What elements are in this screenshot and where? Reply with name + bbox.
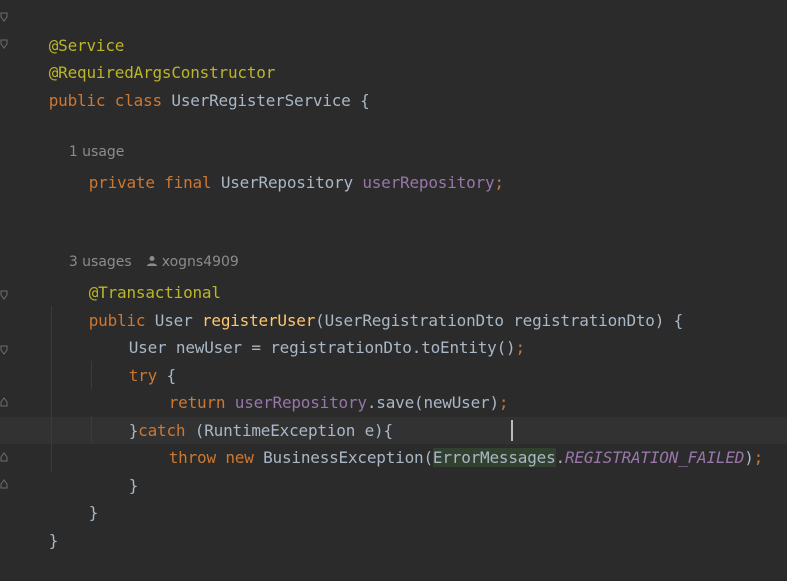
class-name: UserRegisterService bbox=[171, 91, 351, 110]
fold-icon[interactable] bbox=[0, 479, 8, 489]
fold-icon[interactable] bbox=[0, 290, 8, 300]
usage-hint[interactable]: 1 usage bbox=[51, 116, 125, 160]
code-line[interactable]: } bbox=[51, 472, 99, 522]
keyword: class bbox=[114, 91, 162, 110]
code-line[interactable]: public User registerUser(UserRegistratio… bbox=[51, 280, 684, 330]
code-line[interactable]: @RequiredArgsConstructor bbox=[11, 32, 276, 82]
statement: User newUser = registrationDto.toEntity(… bbox=[128, 338, 516, 357]
semicolon: ; bbox=[494, 173, 504, 192]
field-name: userRepository bbox=[362, 173, 495, 192]
code-line[interactable]: try { bbox=[91, 335, 176, 385]
code-line[interactable]: @Transactional bbox=[51, 252, 221, 302]
static-constant: REGISTRATION_FAILED bbox=[564, 448, 745, 467]
fold-icon[interactable] bbox=[0, 452, 8, 462]
semicolon: ; bbox=[498, 393, 509, 412]
type-name: UserRepository bbox=[220, 173, 353, 192]
semicolon: ; bbox=[753, 448, 764, 467]
highlighted-identifier: ErrorMessages bbox=[432, 448, 556, 467]
brace: } bbox=[88, 503, 99, 522]
fold-icon[interactable] bbox=[0, 12, 8, 22]
text-cursor bbox=[511, 420, 513, 441]
code-line[interactable]: public class UserRegisterService { bbox=[11, 60, 370, 110]
dot: . bbox=[555, 448, 566, 467]
brace: } bbox=[48, 531, 59, 550]
fold-icon[interactable] bbox=[0, 39, 8, 49]
keyword: public bbox=[48, 91, 106, 110]
fold-icon[interactable] bbox=[0, 397, 8, 407]
keyword: final bbox=[164, 173, 212, 192]
code-editor[interactable]: @Service @RequiredArgsConstructor public… bbox=[0, 0, 787, 570]
brace: } bbox=[128, 476, 139, 495]
usage-hint[interactable]: 3 usages xogns4909 bbox=[51, 226, 239, 270]
code-line[interactable]: private final UserRepository userReposit… bbox=[51, 142, 504, 192]
code-line[interactable]: @Service bbox=[11, 5, 125, 55]
paren: ) bbox=[744, 448, 754, 467]
semicolon: ; bbox=[515, 338, 525, 357]
constructor-call: BusinessException( bbox=[263, 448, 433, 467]
brace: { bbox=[360, 91, 370, 110]
keyword: throw bbox=[168, 448, 216, 467]
code-line[interactable]: } bbox=[11, 500, 59, 550]
code-line[interactable]: throw new BusinessException(ErrorMessage… bbox=[131, 417, 763, 467]
code-line[interactable]: return userRepository.save(newUser); bbox=[131, 362, 509, 412]
fold-icon[interactable] bbox=[0, 345, 8, 355]
code-line[interactable]: } bbox=[91, 445, 139, 495]
keyword: new bbox=[225, 448, 254, 467]
code-line[interactable]: }catch (RuntimeException e){ bbox=[91, 390, 393, 440]
keyword: private bbox=[88, 173, 155, 192]
code-line[interactable]: User newUser = registrationDto.toEntity(… bbox=[91, 307, 525, 357]
